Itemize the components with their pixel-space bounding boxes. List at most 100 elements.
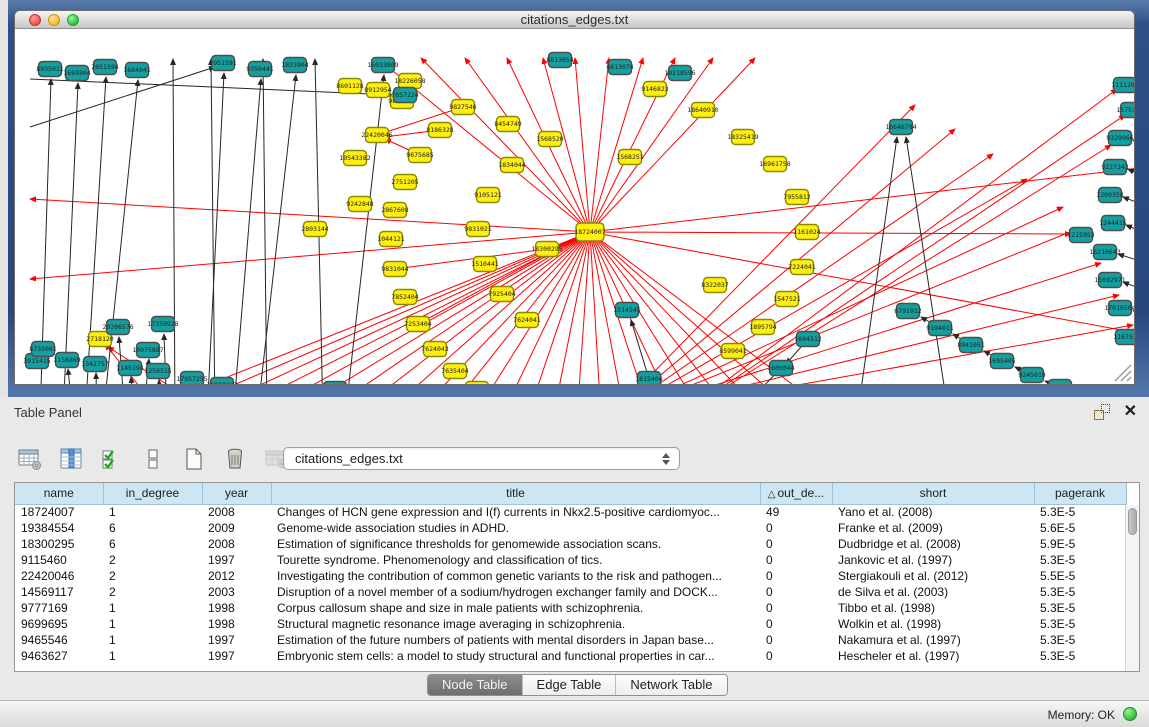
table-cell[interactable]: 0 [760,568,832,584]
table-cell[interactable]: 2009 [202,520,271,536]
table-cell[interactable]: Changes of HCN gene expression and I(f) … [271,504,760,520]
graph-node[interactable]: 15692971 [1094,273,1125,288]
table-cell[interactable]: Corpus callosum shape and size in male p… [271,600,760,616]
network-canvas[interactable]: 1872400718300295183404491051219831021151… [15,29,1134,384]
graph-node[interactable]: 16958107 [206,378,237,385]
tab-network-table[interactable]: Network Table [615,675,726,695]
table-scrollbar[interactable] [1125,505,1139,671]
graph-edge[interactable] [157,232,590,384]
graph-node[interactable]: 1605044 [767,361,794,376]
graph-edge[interactable] [257,75,296,384]
graph-edge[interactable] [590,58,755,232]
graph-edge[interactable] [207,73,224,384]
graph-edge[interactable] [211,59,215,384]
column-header-short[interactable]: short [832,483,1034,504]
table-cell[interactable]: 2012 [202,568,271,584]
graph-node[interactable]: 1145194 [116,361,143,376]
graph-node[interactable]: 9245019 [1018,368,1045,383]
table-cell[interactable]: 6 [103,520,202,536]
graph-edge[interactable] [857,137,897,384]
close-icon[interactable]: ✕ [1124,404,1137,420]
table-cell[interactable]: 2008 [202,504,271,520]
graph-node[interactable]: 18300295 [531,242,562,257]
graph-node[interactable]: 9831021 [464,222,491,237]
table-cell[interactable]: Structural magnetic resonance image aver… [271,616,760,632]
table-cell[interactable]: 0 [760,536,832,552]
graph-node[interactable]: 8735061 [29,342,56,357]
graph-edge[interactable] [590,232,601,384]
graph-edge[interactable] [68,369,73,384]
graph-node[interactable]: 2051594 [91,60,118,75]
column-header-name[interactable]: name [15,483,103,504]
graph-edge[interactable] [173,59,175,384]
table-cell[interactable]: de Silva et al. (2003) [832,584,1034,600]
column-header-title[interactable]: title [271,483,760,504]
graph-node[interactable]: 9350441 [246,62,273,77]
graph-node[interactable]: 22420046 [361,128,392,143]
show-columns-icon[interactable] [57,445,85,473]
table-cell[interactable]: 0 [760,600,832,616]
graph-node[interactable]: 6791912 [894,304,921,319]
graph-node[interactable]: 8613074 [606,60,633,75]
graph-edge[interactable] [590,58,609,232]
graph-node[interactable]: 7955812 [783,190,810,205]
table-scrollbar-thumb[interactable] [1128,508,1137,535]
table-row[interactable]: 1938455462009Genome-wide association stu… [15,520,1126,536]
graph-node[interactable]: 18724007 [574,223,605,241]
graph-node[interactable]: 7624043 [421,342,448,357]
graph-node[interactable]: 1615404 [635,372,662,385]
table-cell[interactable]: 1 [103,616,202,632]
table-cell[interactable]: 5.9E-5 [1034,536,1126,552]
graph-node[interactable]: 18226058 [394,74,425,89]
table-cell[interactable]: 0 [760,552,832,568]
table-cell[interactable]: 6 [103,536,202,552]
tab-edge-table[interactable]: Edge Table [522,675,616,695]
graph-node[interactable]: 1161024 [793,225,820,240]
graph-node[interactable]: 1510441 [471,257,498,272]
graph-node[interactable]: 1693804 [63,66,90,81]
table-cell[interactable]: Wolkin et al. (1998) [832,616,1034,632]
select-rows-icon[interactable] [98,445,126,473]
table-row[interactable]: 946362711997Embryonic stem cells: a mode… [15,648,1126,664]
graph-node[interactable]: 10975887 [132,343,163,358]
graph-edge[interactable] [1128,169,1134,179]
graph-edge[interactable] [608,179,1027,384]
graph-node[interactable]: 2867608 [381,203,408,218]
table-cell[interactable]: 0 [760,616,832,632]
graph-node[interactable]: 2051591 [209,56,236,71]
graph-node[interactable]: 7635404 [441,364,468,379]
graph-node[interactable]: 9831044 [381,262,408,277]
graph-edge[interactable] [96,373,97,384]
table-cell[interactable]: 14569117 [15,584,103,600]
table-cell[interactable]: 5.3E-5 [1034,648,1126,664]
graph-node[interactable]: 1694512 [794,332,821,347]
table-cell[interactable]: 49 [760,504,832,520]
table-cell[interactable]: 0 [760,520,832,536]
table-select-dropdown[interactable]: citations_edges.txt [283,447,680,470]
split-view-icon[interactable] [139,445,167,473]
graph-node[interactable]: 1514545 [613,303,640,318]
table-cell[interactable]: Embryonic stem cells: a model to study s… [271,648,760,664]
graph-node[interactable]: 9675685 [406,148,433,163]
graph-node[interactable]: 1568520 [536,132,563,147]
table-cell[interactable]: Dudbridge et al. (2008) [832,536,1034,552]
table-cell[interactable]: 19384554 [15,520,103,536]
table-cell[interactable]: 2003 [202,584,271,600]
table-row[interactable]: 1830029562008Estimation of significance … [15,536,1126,552]
graph-edge[interactable] [590,167,1134,232]
table-cell[interactable]: 9465546 [15,632,103,648]
graph-node[interactable]: 18640910 [687,103,718,118]
graph-node[interactable]: 7224041 [788,260,815,275]
graph-node[interactable]: 8912954 [364,83,391,98]
graph-node[interactable]: 1209358 [1096,188,1123,203]
table-cell[interactable]: Disruption of a novel member of a sodium… [271,584,760,600]
table-cell[interactable]: Investigating the contribution of common… [271,568,760,584]
table-cell[interactable]: 5.6E-5 [1034,520,1126,536]
graph-node[interactable]: 7604041 [463,382,490,385]
resize-grip[interactable] [1115,365,1131,381]
graph-node[interactable]: 1834044 [498,158,525,173]
graph-node[interactable]: 16961758 [759,157,790,172]
table-cell[interactable]: Nakamura et al. (1997) [832,632,1034,648]
graph-node[interactable]: 8941051 [957,338,984,353]
graph-node[interactable]: 8454749 [494,117,521,132]
